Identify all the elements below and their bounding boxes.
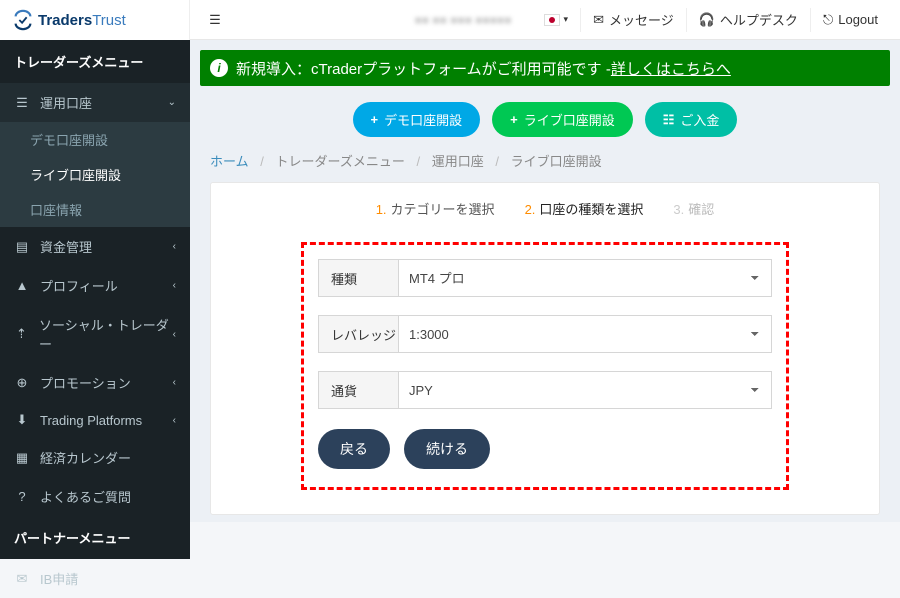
calendar-icon: ▦: [14, 450, 30, 466]
breadcrumb: ホーム / トレーダーズメニュー / 運用口座 / ライブ口座開設: [190, 151, 900, 182]
sidebar-item-label: よくあるご質問: [40, 487, 131, 506]
sidebar-item-accounts[interactable]: ☰ 運用口座 ⌄: [0, 83, 190, 122]
announcement-link[interactable]: 詳しくはこちらへ: [611, 58, 731, 79]
globe-icon: ⊕: [14, 375, 30, 391]
logo[interactable]: TradersTrust: [0, 0, 190, 40]
sidebar-item-label: 経済カレンダー: [40, 448, 131, 467]
button-label: ライブ口座開設: [524, 110, 615, 129]
main: ☰ ■■ ■■ ■■■ ■■■■■ ▾ ✉ メッセージ 🎧 ヘルプデスク ⎋ Logo…: [190, 0, 900, 522]
sidebar-sub-info[interactable]: 口座情報: [0, 192, 190, 227]
chevron-left-icon: ‹: [173, 280, 176, 291]
brand-part2: Trust: [92, 12, 126, 29]
list-icon: ☰: [14, 95, 30, 111]
sidebar-item-calendar[interactable]: ▦ 経済カレンダー: [0, 438, 190, 477]
announcement-banner: i 新規導入：cTraderプラットフォームがご利用可能です - 詳しくはこちら…: [200, 50, 890, 86]
form-row-type: 種類 MT4 プロ: [318, 259, 772, 297]
step-3: 3.確認: [673, 199, 714, 218]
top-link-messages[interactable]: ✉ メッセージ: [581, 0, 686, 39]
sidebar-header-partner: パートナーメニュー: [0, 516, 190, 559]
sidebar-item-label: ソーシャル・トレーダー: [39, 315, 173, 353]
sidebar-item-ib[interactable]: ✉ IB申請: [0, 559, 190, 598]
toggle-sidebar-button[interactable]: ☰: [200, 12, 230, 28]
chevron-left-icon: ‹: [173, 415, 176, 426]
form-row-leverage: レバレッジ 1:3000: [318, 315, 772, 353]
envelope-icon: ✉: [593, 12, 604, 28]
back-button[interactable]: 戻る: [318, 429, 390, 469]
open-demo-button[interactable]: + デモ口座開設: [353, 102, 481, 137]
question-icon: ?: [14, 489, 30, 504]
sidebar-item-label: IB申請: [40, 569, 78, 588]
action-buttons: + デモ口座開設 + ライブ口座開設 ☷ ご入金: [190, 96, 900, 151]
sidebar-item-promo[interactable]: ⊕ プロモーション ‹: [0, 363, 190, 402]
sidebar-item-profile[interactable]: ▲ プロフィール ‹: [0, 266, 190, 305]
sidebar-item-label: プロフィール: [40, 276, 118, 295]
language-selector[interactable]: ▾: [532, 0, 581, 39]
leverage-label: レバレッジ: [318, 315, 398, 353]
logo-icon: [12, 9, 34, 31]
form-row-currency: 通貨 JPY: [318, 371, 772, 409]
user-info-blurred: ■■ ■■ ■■■ ■■■■■: [395, 13, 532, 27]
wallet-icon: ▤: [14, 239, 30, 255]
user-icon: ▲: [14, 278, 30, 293]
form-buttons: 戻る 続ける: [318, 427, 772, 469]
button-label: デモ口座開設: [384, 110, 462, 129]
top-link-logout[interactable]: ⎋ Logout: [811, 0, 890, 39]
sidebar-sub-demo[interactable]: デモ口座開設: [0, 122, 190, 157]
chat-icon: ✉: [14, 571, 30, 587]
chevron-down-icon: ⌄: [168, 97, 176, 108]
headset-icon: 🎧: [699, 12, 715, 28]
card-icon: ☷: [663, 112, 675, 128]
crumb-menu: トレーダーズメニュー: [276, 154, 405, 169]
top-link-label: メッセージ: [609, 10, 674, 29]
step-indicator: 1.カテゴリーを選択 2.口座の種類を選択 3.確認: [211, 199, 879, 218]
sidebar-sub-live[interactable]: ライブ口座開設: [0, 157, 190, 192]
type-select[interactable]: MT4 プロ: [398, 259, 772, 297]
step-1: 1.カテゴリーを選択: [376, 199, 495, 218]
sidebar-item-funds[interactable]: ▤ 資金管理 ‹: [0, 227, 190, 266]
sidebar-item-social[interactable]: ⇡ ソーシャル・トレーダー ‹: [0, 305, 190, 363]
step-2: 2.口座の種類を選択: [525, 199, 644, 218]
leverage-select[interactable]: 1:3000: [398, 315, 772, 353]
caret-down-icon: ▾: [564, 14, 569, 25]
sidebar-item-platforms[interactable]: ⬇ Trading Platforms ‹: [0, 402, 190, 438]
top-link-label: ヘルプデスク: [720, 10, 798, 29]
sidebar-item-label: Trading Platforms: [40, 413, 142, 428]
flag-jp-icon: [544, 14, 560, 26]
currency-select[interactable]: JPY: [398, 371, 772, 409]
top-link-helpdesk[interactable]: 🎧 ヘルプデスク: [687, 0, 810, 39]
continue-button[interactable]: 続ける: [404, 429, 490, 469]
button-label: ご入金: [680, 110, 719, 129]
crumb-home[interactable]: ホーム: [210, 154, 249, 169]
plus-icon: +: [371, 112, 379, 127]
plus-icon: +: [510, 112, 518, 127]
sidebar-header-traders: トレーダーズメニュー: [0, 40, 190, 83]
deposit-button[interactable]: ☷ ご入金: [645, 102, 738, 137]
type-label: 種類: [318, 259, 398, 297]
info-icon: i: [210, 59, 228, 77]
crumb-account: 運用口座: [432, 154, 484, 169]
open-live-button[interactable]: + ライブ口座開設: [492, 102, 633, 137]
form-area-highlighted: 種類 MT4 プロ レバレッジ 1:3000 通貨 JPY 戻る 続ける: [301, 242, 789, 490]
currency-label: 通貨: [318, 371, 398, 409]
download-icon: ⬇: [14, 412, 30, 428]
sidebar-item-label: 運用口座: [40, 93, 92, 112]
chart-icon: ⇡: [14, 326, 29, 342]
chevron-left-icon: ‹: [173, 329, 176, 340]
topbar: ☰ ■■ ■■ ■■■ ■■■■■ ▾ ✉ メッセージ 🎧 ヘルプデスク ⎋ Logo…: [190, 0, 900, 40]
logout-icon: ⎋: [823, 12, 833, 28]
brand-part1: Traders: [38, 12, 92, 29]
form-card: 1.カテゴリーを選択 2.口座の種類を選択 3.確認 種類 MT4 プロ レバレ…: [210, 182, 880, 515]
chevron-left-icon: ‹: [173, 377, 176, 388]
chevron-left-icon: ‹: [173, 241, 176, 252]
top-link-label: Logout: [838, 12, 878, 27]
sidebar: TradersTrust トレーダーズメニュー ☰ 運用口座 ⌄ デモ口座開設 …: [0, 0, 190, 522]
announcement-text: 新規導入：cTraderプラットフォームがご利用可能です -: [236, 58, 611, 79]
crumb-current: ライブ口座開設: [511, 154, 602, 169]
sidebar-item-label: 資金管理: [40, 237, 92, 256]
sidebar-item-faq[interactable]: ? よくあるご質問: [0, 477, 190, 516]
sidebar-item-label: プロモーション: [40, 373, 131, 392]
